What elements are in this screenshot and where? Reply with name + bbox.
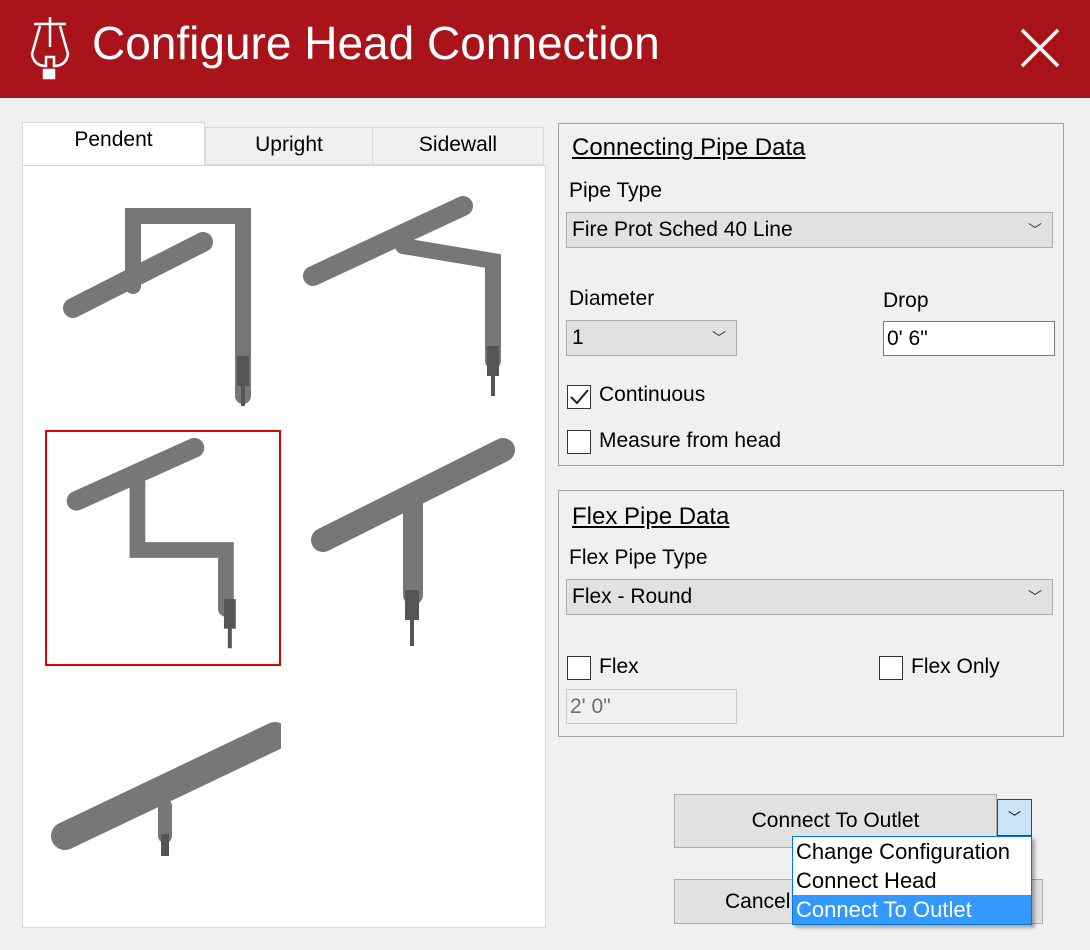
measure-from-head-checkbox[interactable] bbox=[567, 430, 591, 454]
flex-length-input[interactable]: 2' 0" bbox=[566, 689, 737, 724]
chevron-down-icon: ﹀ bbox=[1028, 222, 1042, 238]
chevron-down-icon: ﹀ bbox=[1028, 589, 1042, 605]
diameter-label: Diameter bbox=[569, 287, 655, 310]
menu-item-connect-head[interactable]: Connect Head bbox=[793, 866, 1031, 895]
flex-pipe-type-value: Flex - Round bbox=[572, 585, 693, 608]
flex-pipe-type-label: Flex Pipe Type bbox=[569, 546, 708, 569]
menu-item-connect-to-outlet[interactable]: Connect To Outlet bbox=[793, 895, 1031, 924]
menu-item-change-configuration[interactable]: Change Configuration bbox=[793, 837, 1031, 866]
tab-pendent[interactable]: Pendent bbox=[22, 122, 205, 166]
group-title: Flex Pipe Data bbox=[572, 503, 730, 530]
drop-input[interactable]: 0' 6" bbox=[883, 321, 1055, 356]
flex-pipe-group: Flex Pipe Data Flex Pipe Type Flex - Rou… bbox=[558, 490, 1064, 737]
checkmark-icon bbox=[570, 389, 589, 405]
connecting-pipe-group: Connecting Pipe Data Pipe Type Fire Prot… bbox=[558, 123, 1064, 466]
window-title: Configure Head Connection bbox=[92, 17, 660, 69]
tab-sidewall[interactable]: Sidewall bbox=[372, 127, 544, 165]
config-thumbnail-3-selected[interactable] bbox=[45, 430, 281, 666]
pipe-type-label: Pipe Type bbox=[569, 179, 663, 202]
config-thumbnail-2[interactable] bbox=[293, 186, 529, 422]
config-thumbnail-1[interactable] bbox=[53, 186, 289, 422]
flex-pipe-type-select[interactable]: Flex - Round ﹀ bbox=[566, 579, 1053, 615]
flex-only-checkbox[interactable] bbox=[879, 656, 903, 680]
chevron-down-icon: ﹀ bbox=[712, 330, 726, 346]
title-bar: Configure Head Connection bbox=[0, 0, 1090, 98]
config-thumbnail-4[interactable] bbox=[293, 430, 529, 666]
diameter-value: 1 bbox=[572, 326, 584, 349]
tab-upright[interactable]: Upright bbox=[205, 127, 373, 165]
config-thumbnail-5[interactable] bbox=[45, 706, 281, 942]
connect-dropdown-button[interactable]: ﹀ bbox=[997, 799, 1032, 836]
app-logo-icon bbox=[30, 17, 70, 80]
pipe-type-select[interactable]: Fire Prot Sched 40 Line ﹀ bbox=[566, 212, 1053, 248]
group-title: Connecting Pipe Data bbox=[572, 134, 806, 161]
connect-options-menu: Change Configuration Connect Head Connec… bbox=[792, 836, 1032, 925]
flex-label: Flex bbox=[599, 655, 639, 678]
flex-only-label: Flex Only bbox=[911, 655, 1000, 678]
pipe-type-value: Fire Prot Sched 40 Line bbox=[572, 218, 793, 241]
flex-checkbox[interactable] bbox=[567, 656, 591, 680]
configuration-panel bbox=[22, 165, 546, 928]
drop-label: Drop bbox=[883, 289, 929, 312]
measure-from-head-label: Measure from head bbox=[599, 429, 782, 452]
diameter-select[interactable]: 1 ﹀ bbox=[566, 320, 737, 356]
continuous-label: Continuous bbox=[599, 383, 706, 406]
chevron-down-icon: ﹀ bbox=[1007, 810, 1021, 825]
continuous-checkbox[interactable] bbox=[567, 385, 591, 409]
close-icon[interactable] bbox=[1014, 22, 1066, 74]
